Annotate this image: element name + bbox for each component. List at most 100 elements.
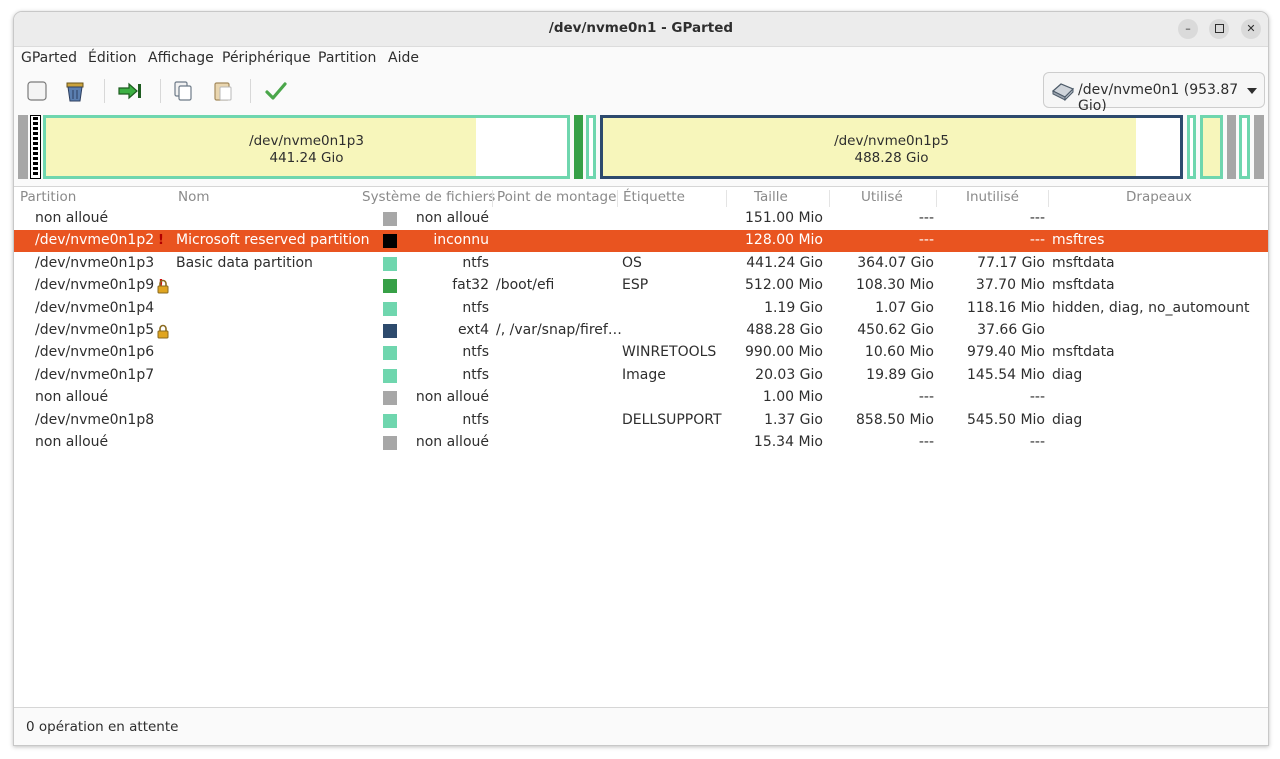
paste-icon xyxy=(214,82,232,101)
disk-block-nvme0n1p7[interactable] xyxy=(1200,115,1223,179)
cell-drapeaux: msftres xyxy=(1052,232,1105,249)
cell-partition: /dev/nvme0n1p2 xyxy=(35,232,155,249)
device-selector[interactable]: /dev/nvme0n1 (953.87 Gio) xyxy=(1043,72,1265,114)
cell-inutilise: 37.70 Mio xyxy=(975,277,1045,294)
filesystem-color-swatch xyxy=(383,436,397,450)
cell-drapeaux: hidden, diag, no_automount xyxy=(1052,299,1250,316)
filesystem-color-swatch xyxy=(383,413,397,428)
window-title: /dev/nvme0n1 - GParted xyxy=(548,20,734,36)
lock-icon xyxy=(157,324,169,339)
partition-size: 441.24 Gio xyxy=(269,150,344,166)
cell-systeme-de-fichiers: non alloué xyxy=(415,210,489,226)
disk-block-nvme0n1p6[interactable] xyxy=(1187,115,1196,179)
disk-block-unallocated[interactable] xyxy=(18,115,28,179)
column-header-etiquette[interactable]: Étiquette xyxy=(623,189,685,205)
disk-block-nvme0n1p3[interactable]: /dev/nvme0n1p3 441.24 Gio xyxy=(43,115,570,179)
disk-graphic: /dev/nvme0n1p3 441.24 Gio /dev/nvme0n1p5… xyxy=(14,111,1268,187)
menu-peripherique[interactable]: Périphérique xyxy=(222,50,311,66)
table-row[interactable]: non alloué non alloué 15.34 Mio --- --- xyxy=(14,432,1268,454)
filesystem-color-swatch xyxy=(383,391,397,406)
cell-utilise: --- xyxy=(918,389,934,406)
menu-gparted[interactable]: GParted xyxy=(21,50,77,66)
warning-icon: ! xyxy=(158,233,164,249)
column-header-inutilise[interactable]: Inutilisé xyxy=(966,189,1019,205)
maximize-button[interactable] xyxy=(1209,19,1229,39)
menu-partition[interactable]: Partition xyxy=(318,50,376,66)
cell-nom: Basic data partition xyxy=(176,254,313,271)
cell-taille: 20.03 Gio xyxy=(755,366,823,383)
disk-block-nvme0n1p5[interactable]: /dev/nvme0n1p5 488.28 Gio xyxy=(600,115,1183,179)
cell-partition: non alloué xyxy=(35,210,109,226)
resize-move-icon xyxy=(118,82,141,100)
cell-inutilise: --- xyxy=(1029,434,1045,450)
disk-block-unallocated[interactable] xyxy=(1254,115,1264,179)
table-row[interactable]: non alloué non alloué 1.00 Mio --- --- xyxy=(14,387,1268,409)
table-row[interactable]: /dev/nvme0n1p2! Microsoft reserved partit… xyxy=(14,230,1268,253)
table-row[interactable]: /dev/nvme0n1p8 ntfs DELLSUPPORT 1.37 Gio 858… xyxy=(14,410,1268,432)
column-header-point-de-montage[interactable]: Point de montage xyxy=(497,189,616,205)
close-button[interactable]: ✕ xyxy=(1241,19,1261,39)
disk-block-label: /dev/nvme0n1p3 441.24 Gio xyxy=(46,133,567,167)
cell-partition: /dev/nvme0n1p9 xyxy=(35,277,155,294)
cell-systeme-de-fichiers: ntfs xyxy=(462,254,489,271)
table-row[interactable]: /dev/nvme0n1p4 ntfs 1.19 Gio 1.07 Gio 118.16… xyxy=(14,298,1268,320)
apply-button[interactable] xyxy=(261,77,291,105)
resize-move-button[interactable] xyxy=(115,77,145,105)
column-header-utilise[interactable]: Utilisé xyxy=(861,189,903,205)
delete-partition-button[interactable] xyxy=(60,77,90,105)
cell-drapeaux: msftdata xyxy=(1052,254,1115,271)
toolbar-separator xyxy=(104,79,105,103)
new-partition-button[interactable] xyxy=(22,77,52,105)
disk-block-nvme0n1p2[interactable] xyxy=(30,115,41,179)
cell-systeme-de-fichiers: ntfs xyxy=(462,299,489,316)
cell-inutilise: 979.40 Mio xyxy=(967,344,1045,361)
table-header: Partition Nom Système de fichiers Point … xyxy=(14,187,1268,208)
table-row[interactable]: /dev/nvme0n1p6 ntfs WINRETOOLS 990.00 Mio 10… xyxy=(14,342,1268,364)
cell-systeme-de-fichiers: non alloué xyxy=(415,389,489,406)
menu-bar: GParted Édition Affichage Périphérique P… xyxy=(14,47,1268,70)
disk-block-nvme0n1p9[interactable] xyxy=(574,115,583,179)
cell-partition: /dev/nvme0n1p3 xyxy=(35,254,155,271)
copy-button[interactable] xyxy=(168,77,198,105)
column-header-partition[interactable]: Partition xyxy=(20,189,76,205)
title-bar: /dev/nvme0n1 - GParted – ✕ xyxy=(14,12,1268,47)
device-selector-label: /dev/nvme0n1 (953.87 Gio) xyxy=(1078,82,1239,114)
partition-name: /dev/nvme0n1p3 xyxy=(249,133,364,149)
cell-point-de-montage: /, /var/snap/firef… xyxy=(496,322,622,338)
disk-block-unallocated[interactable] xyxy=(1227,115,1236,179)
column-header-nom[interactable]: Nom xyxy=(178,189,210,205)
cell-systeme-de-fichiers: fat32 xyxy=(452,277,489,294)
column-separator xyxy=(492,190,493,207)
filesystem-color-swatch xyxy=(383,234,397,249)
cell-inutilise: 37.66 Gio xyxy=(977,322,1045,338)
minimize-button[interactable]: – xyxy=(1178,19,1198,39)
cell-partition: /dev/nvme0n1p5 xyxy=(35,322,155,338)
filesystem-color-swatch xyxy=(383,301,397,316)
partition-table: Partition Nom Système de fichiers Point … xyxy=(14,187,1268,707)
cell-systeme-de-fichiers: inconnu xyxy=(433,232,489,249)
disk-block-nvme0n1p8[interactable] xyxy=(1239,115,1250,179)
cell-etiquette: DELLSUPPORT xyxy=(622,411,722,428)
table-row[interactable]: /dev/nvme0n1p7 ntfs Image 20.03 Gio 19.89 Gi… xyxy=(14,365,1268,387)
cell-taille: 1.37 Gio xyxy=(764,411,823,428)
menu-edition[interactable]: Édition xyxy=(88,50,136,66)
filesystem-color-swatch xyxy=(383,212,397,226)
column-separator xyxy=(829,190,830,207)
table-row[interactable]: /dev/nvme0n1p3 Basic data partition ntfs OS… xyxy=(14,253,1268,275)
column-separator xyxy=(617,190,618,207)
column-header-drapeaux[interactable]: Drapeaux xyxy=(1126,189,1192,205)
table-row[interactable]: /dev/nvme0n1p5 ext4 /, /var/snap/firef… 488… xyxy=(14,320,1268,342)
disk-block-nvme0n1p4[interactable] xyxy=(586,115,596,179)
paste-button[interactable] xyxy=(208,77,238,105)
column-separator xyxy=(1048,190,1049,207)
column-header-taille[interactable]: Taille xyxy=(754,189,788,205)
cell-utilise: --- xyxy=(918,434,934,450)
cell-utilise: 108.30 Mio xyxy=(856,277,934,294)
menu-affichage[interactable]: Affichage xyxy=(148,50,214,66)
toolbar-separator xyxy=(160,79,161,103)
table-row[interactable]: /dev/nvme0n1p9!fat32/boot/efiESP512.00 M… xyxy=(14,275,1268,297)
cell-utilise: 450.62 Gio xyxy=(857,322,934,338)
table-row[interactable]: non alloué non alloué 151.00 Mio --- --- xyxy=(14,208,1268,230)
column-header-systeme-de-fichiers[interactable]: Système de fichiers xyxy=(362,189,495,205)
menu-aide[interactable]: Aide xyxy=(388,50,419,66)
